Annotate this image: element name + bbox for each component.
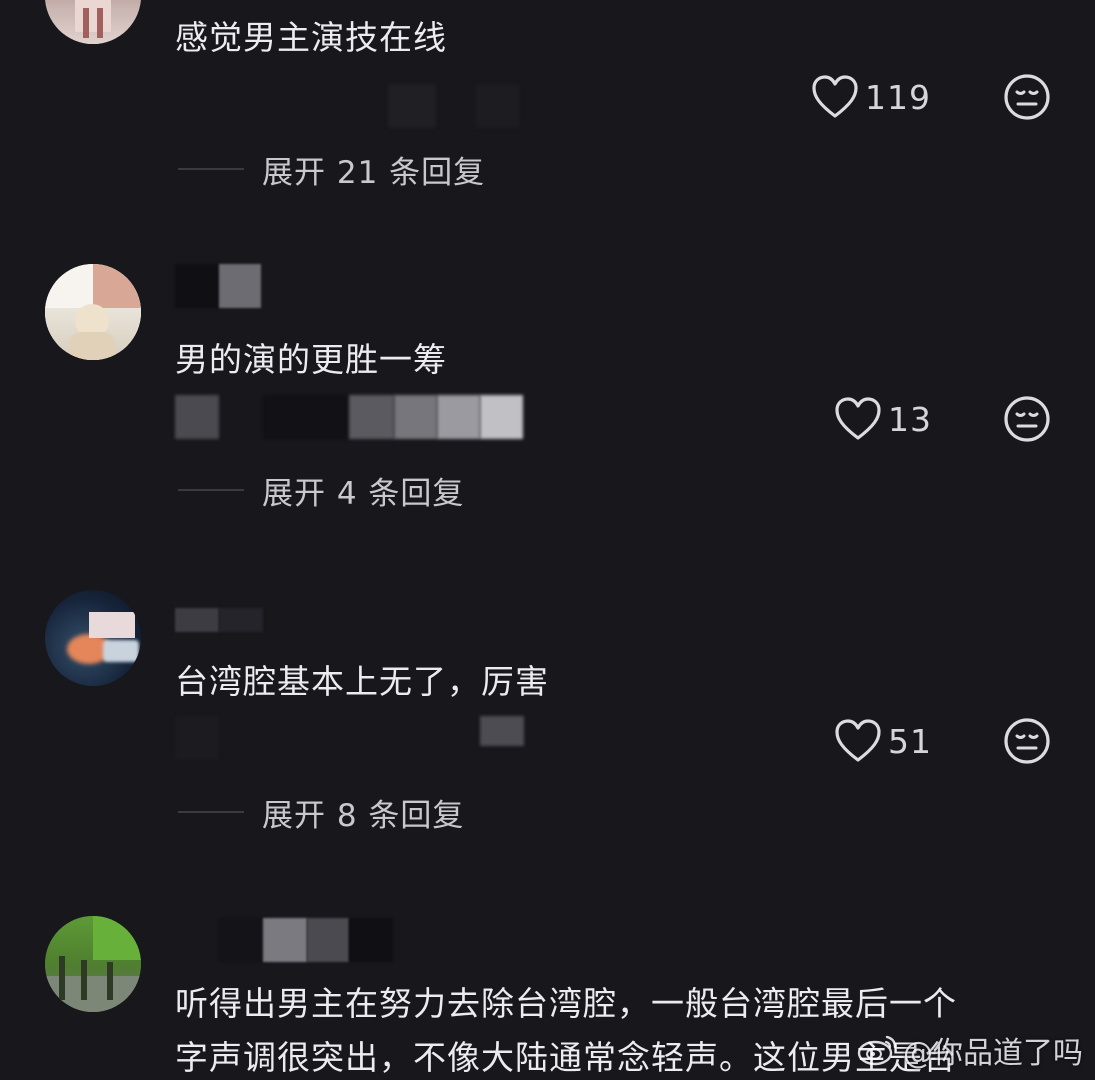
comment-meta-redacted xyxy=(175,395,535,439)
heart-outline-icon xyxy=(812,75,858,118)
heart-outline-icon xyxy=(835,719,881,762)
like-button[interactable]: 51 xyxy=(834,716,932,766)
divider-line xyxy=(178,489,244,491)
expand-replies-label: 展开 21 条回复 xyxy=(262,154,486,191)
username-redacted xyxy=(175,264,535,308)
meh-face-icon xyxy=(1004,396,1050,442)
comment-meta-redacted xyxy=(175,716,535,760)
like-button[interactable]: 13 xyxy=(834,394,932,444)
username-redacted xyxy=(175,918,535,962)
expand-replies-button[interactable]: 展开 8 条回复 xyxy=(178,792,465,834)
dislike-button[interactable] xyxy=(1002,394,1052,444)
like-count: 13 xyxy=(888,399,932,439)
divider-line xyxy=(178,168,244,170)
dislike-button[interactable] xyxy=(1002,716,1052,766)
avatar[interactable] xyxy=(45,264,141,360)
comment-meta-redacted xyxy=(175,84,535,128)
like-count: 119 xyxy=(865,77,931,117)
weibo-icon xyxy=(857,1035,897,1066)
comment-item: 感觉男主演技在线 119 展开 21 条回复 xyxy=(0,0,1095,200)
comment-text-line-1: 听得出男主在努力去除台湾腔，一般台湾腔最后一个 xyxy=(175,984,957,1023)
watermark: @你品道了吗 xyxy=(857,1028,1083,1072)
expand-replies-label: 展开 8 条回复 xyxy=(262,797,465,834)
username-redacted xyxy=(175,608,535,652)
comment-text-line-2: 字声调很突出，不像大陆通常念轻声。这位男主是台 xyxy=(175,1038,957,1077)
comment-text: 感觉男主演技在线 xyxy=(175,18,447,57)
watermark-text: @你品道了吗 xyxy=(903,1036,1083,1071)
meh-face-icon xyxy=(1004,718,1050,764)
comment-text: 男的演的更胜一筹 xyxy=(175,340,447,379)
expand-replies-button[interactable]: 展开 4 条回复 xyxy=(178,470,465,512)
avatar[interactable] xyxy=(45,0,141,44)
comment-item: 台湾腔基本上无了，厉害 51 展开 8 条回复 xyxy=(0,590,1095,850)
avatar[interactable] xyxy=(45,590,141,686)
divider-line xyxy=(178,811,244,813)
expand-replies-button[interactable]: 展开 21 条回复 xyxy=(178,149,486,191)
avatar[interactable] xyxy=(45,916,141,1012)
expand-replies-label: 展开 4 条回复 xyxy=(262,475,465,512)
like-count: 51 xyxy=(888,721,932,761)
heart-outline-icon xyxy=(835,397,881,440)
comment-text: 台湾腔基本上无了，厉害 xyxy=(175,662,549,701)
like-button[interactable]: 119 xyxy=(811,72,931,122)
meh-face-icon xyxy=(1004,74,1050,120)
comment-item: 男的演的更胜一筹 13 展开 4 条回复 xyxy=(0,260,1095,540)
dislike-button[interactable] xyxy=(1002,72,1052,122)
